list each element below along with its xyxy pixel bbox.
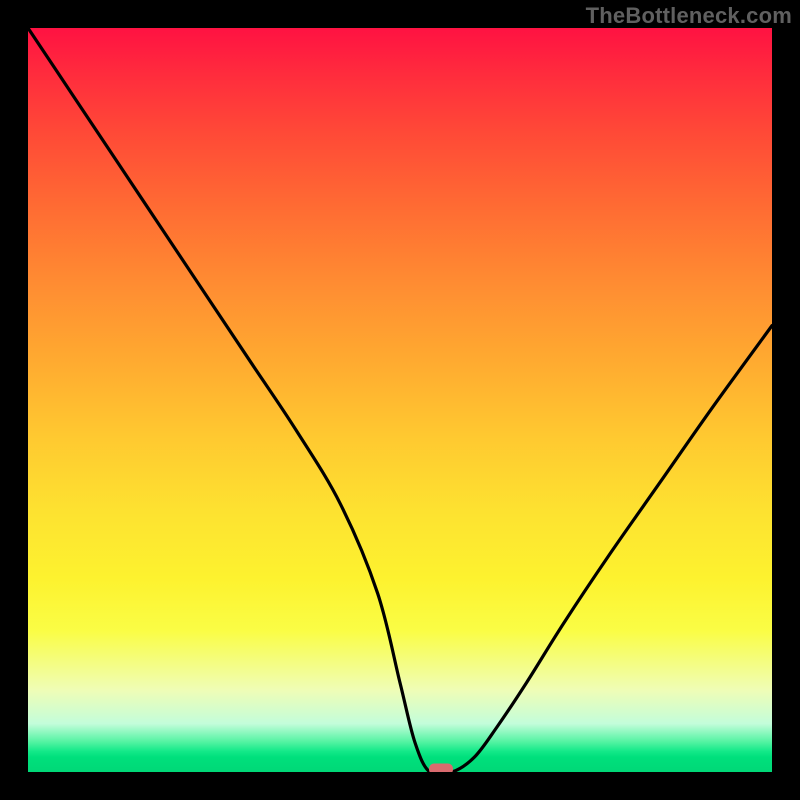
watermark-text: TheBottleneck.com (586, 3, 792, 29)
curve-line (28, 28, 772, 772)
bottleneck-curve (28, 28, 772, 772)
chart-frame: TheBottleneck.com (0, 0, 800, 800)
plot-area (28, 28, 772, 772)
minimum-marker (429, 764, 453, 773)
